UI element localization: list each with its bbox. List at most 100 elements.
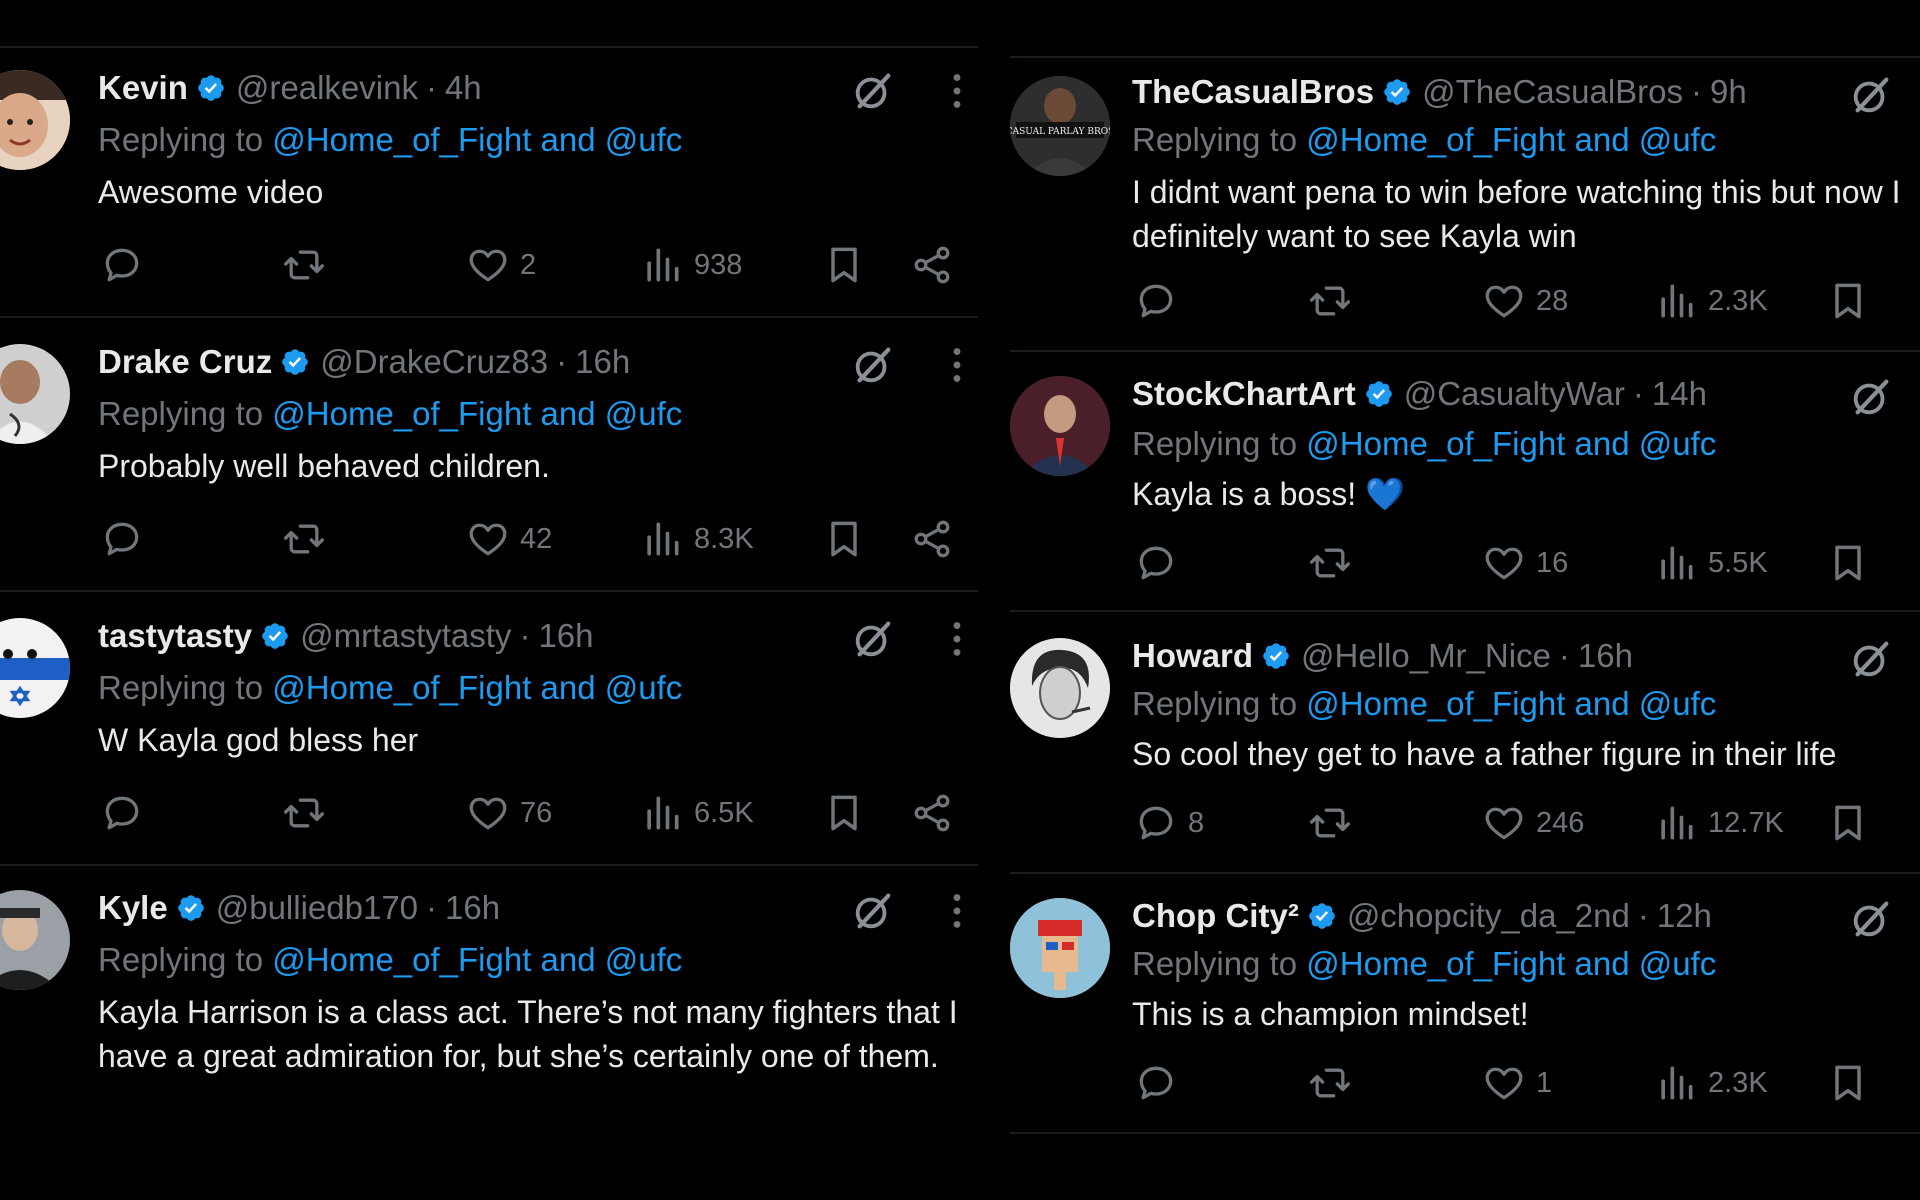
more-icon[interactable] bbox=[934, 888, 978, 934]
avatar[interactable] bbox=[0, 344, 70, 444]
tweet[interactable]: Howard @Hello_Mr_Nice · 16h Replying to … bbox=[1010, 632, 1920, 872]
bookmark-button[interactable] bbox=[1826, 540, 1870, 586]
like-button[interactable]: 76 bbox=[466, 790, 552, 836]
grok-icon[interactable] bbox=[1848, 72, 1894, 118]
retweet-button[interactable] bbox=[1308, 540, 1352, 586]
grok-icon[interactable] bbox=[850, 888, 896, 934]
replying-mentions[interactable]: @Home_of_Fight and @ufc bbox=[272, 395, 682, 432]
more-icon[interactable] bbox=[934, 616, 978, 662]
author-name[interactable]: TheCasualBros bbox=[1132, 72, 1374, 112]
like-button[interactable]: 42 bbox=[466, 516, 552, 562]
more-icon[interactable] bbox=[934, 342, 978, 388]
author-handle[interactable]: @Hello_Mr_Nice bbox=[1301, 636, 1551, 676]
like-button[interactable]: 16 bbox=[1482, 540, 1568, 586]
author-handle[interactable]: @bulliedb170 bbox=[216, 888, 418, 928]
grok-icon[interactable] bbox=[1848, 374, 1894, 420]
share-button[interactable] bbox=[910, 516, 954, 562]
author-name[interactable]: Howard bbox=[1132, 636, 1253, 676]
author-handle[interactable]: @chopcity_da_2nd bbox=[1347, 896, 1630, 936]
author-name[interactable]: tastytasty bbox=[98, 616, 252, 656]
tweet[interactable]: StockChartArt @CasualtyWar · 14h Replyin… bbox=[1010, 370, 1920, 610]
author-handle[interactable]: @TheCasualBros bbox=[1422, 72, 1683, 112]
timestamp[interactable]: 14h bbox=[1652, 374, 1707, 414]
retweet-button[interactable] bbox=[1308, 1060, 1352, 1106]
author-name[interactable]: Kevin bbox=[98, 68, 188, 108]
views-button[interactable]: 938 bbox=[640, 242, 742, 288]
bookmark-button[interactable] bbox=[822, 516, 866, 562]
views-button[interactable]: 2.3K bbox=[1654, 278, 1768, 324]
avatar[interactable] bbox=[0, 618, 70, 718]
author-name[interactable]: Kyle bbox=[98, 888, 168, 928]
tweet[interactable]: tastytasty @mrtastytasty · 16h Replying … bbox=[0, 608, 978, 864]
timestamp[interactable]: 16h bbox=[538, 616, 593, 656]
tweet[interactable]: Drake Cruz @DrakeCruz83 · 16h Replying t… bbox=[0, 334, 978, 590]
avatar[interactable] bbox=[0, 70, 70, 170]
views-button[interactable]: 12.7K bbox=[1654, 800, 1784, 846]
more-icon[interactable] bbox=[934, 68, 978, 114]
avatar[interactable] bbox=[0, 890, 70, 990]
avatar[interactable] bbox=[1010, 376, 1110, 476]
avatar[interactable] bbox=[1010, 638, 1110, 738]
grok-icon[interactable] bbox=[1848, 896, 1894, 942]
reply-button[interactable]: 8 bbox=[1134, 800, 1204, 846]
timestamp[interactable]: 16h bbox=[445, 888, 500, 928]
grok-icon[interactable] bbox=[850, 342, 896, 388]
reply-button[interactable] bbox=[1134, 1060, 1188, 1106]
author-handle[interactable]: @mrtastytasty bbox=[300, 616, 511, 656]
views-button[interactable]: 6.5K bbox=[640, 790, 754, 836]
retweet-button[interactable] bbox=[1308, 278, 1352, 324]
author-name[interactable]: StockChartArt bbox=[1132, 374, 1356, 414]
replying-mentions[interactable]: @Home_of_Fight and @ufc bbox=[1306, 945, 1716, 982]
replying-mentions[interactable]: @Home_of_Fight and @ufc bbox=[1306, 685, 1716, 722]
replying-mentions[interactable]: @Home_of_Fight and @ufc bbox=[272, 669, 682, 706]
author-name[interactable]: Chop City² bbox=[1132, 896, 1299, 936]
tweet[interactable]: Kyle @bulliedb170 · 16h Replying to @Hom… bbox=[0, 880, 978, 1180]
retweet-icon bbox=[1308, 801, 1352, 845]
author-handle[interactable]: @DrakeCruz83 bbox=[320, 342, 548, 382]
author-name[interactable]: Drake Cruz bbox=[98, 342, 272, 382]
bookmark-button[interactable] bbox=[1826, 1060, 1870, 1106]
bookmark-button[interactable] bbox=[822, 242, 866, 288]
tweet[interactable]: Chop City² @chopcity_da_2nd · 12h Replyi… bbox=[1010, 892, 1920, 1132]
grok-icon[interactable] bbox=[850, 68, 896, 114]
grok-icon[interactable] bbox=[1848, 636, 1894, 682]
views-button[interactable]: 2.3K bbox=[1654, 1060, 1768, 1106]
like-button[interactable]: 1 bbox=[1482, 1060, 1552, 1106]
avatar[interactable]: CASUAL PARLAY BROS bbox=[1010, 76, 1110, 176]
like-button[interactable]: 246 bbox=[1482, 800, 1584, 846]
reply-button[interactable] bbox=[100, 242, 154, 288]
replying-mentions[interactable]: @Home_of_Fight and @ufc bbox=[272, 941, 682, 978]
author-handle[interactable]: @realkevink bbox=[236, 68, 418, 108]
reply-button[interactable] bbox=[100, 516, 154, 562]
timestamp[interactable]: 12h bbox=[1657, 896, 1712, 936]
retweet-button[interactable] bbox=[1308, 800, 1352, 846]
avatar[interactable] bbox=[1010, 898, 1110, 998]
timestamp[interactable]: 9h bbox=[1710, 72, 1747, 112]
views-button[interactable]: 8.3K bbox=[640, 516, 754, 562]
bookmark-button[interactable] bbox=[1826, 278, 1870, 324]
verified-badge-icon bbox=[1382, 77, 1412, 107]
share-button[interactable] bbox=[910, 790, 954, 836]
replying-mentions[interactable]: @Home_of_Fight and @ufc bbox=[1306, 425, 1716, 462]
author-handle[interactable]: @CasualtyWar bbox=[1404, 374, 1625, 414]
grok-icon[interactable] bbox=[850, 616, 896, 662]
retweet-button[interactable] bbox=[282, 516, 326, 562]
tweet[interactable]: Kevin @realkevink · 4h Replying to @Home… bbox=[0, 60, 978, 316]
timestamp[interactable]: 16h bbox=[575, 342, 630, 382]
like-button[interactable]: 28 bbox=[1482, 278, 1568, 324]
reply-button[interactable] bbox=[1134, 540, 1188, 586]
replying-mentions[interactable]: @Home_of_Fight and @ufc bbox=[1306, 121, 1716, 158]
retweet-button[interactable] bbox=[282, 790, 326, 836]
replying-mentions[interactable]: @Home_of_Fight and @ufc bbox=[272, 121, 682, 158]
timestamp[interactable]: 16h bbox=[1578, 636, 1633, 676]
tweet[interactable]: CASUAL PARLAY BROS TheCasualBros @TheCas… bbox=[1010, 68, 1920, 350]
like-button[interactable]: 2 bbox=[466, 242, 536, 288]
share-button[interactable] bbox=[910, 242, 954, 288]
timestamp[interactable]: 4h bbox=[445, 68, 482, 108]
reply-button[interactable] bbox=[100, 790, 154, 836]
views-button[interactable]: 5.5K bbox=[1654, 540, 1768, 586]
retweet-button[interactable] bbox=[282, 242, 326, 288]
reply-button[interactable] bbox=[1134, 278, 1188, 324]
bookmark-button[interactable] bbox=[1826, 800, 1870, 846]
bookmark-button[interactable] bbox=[822, 790, 866, 836]
